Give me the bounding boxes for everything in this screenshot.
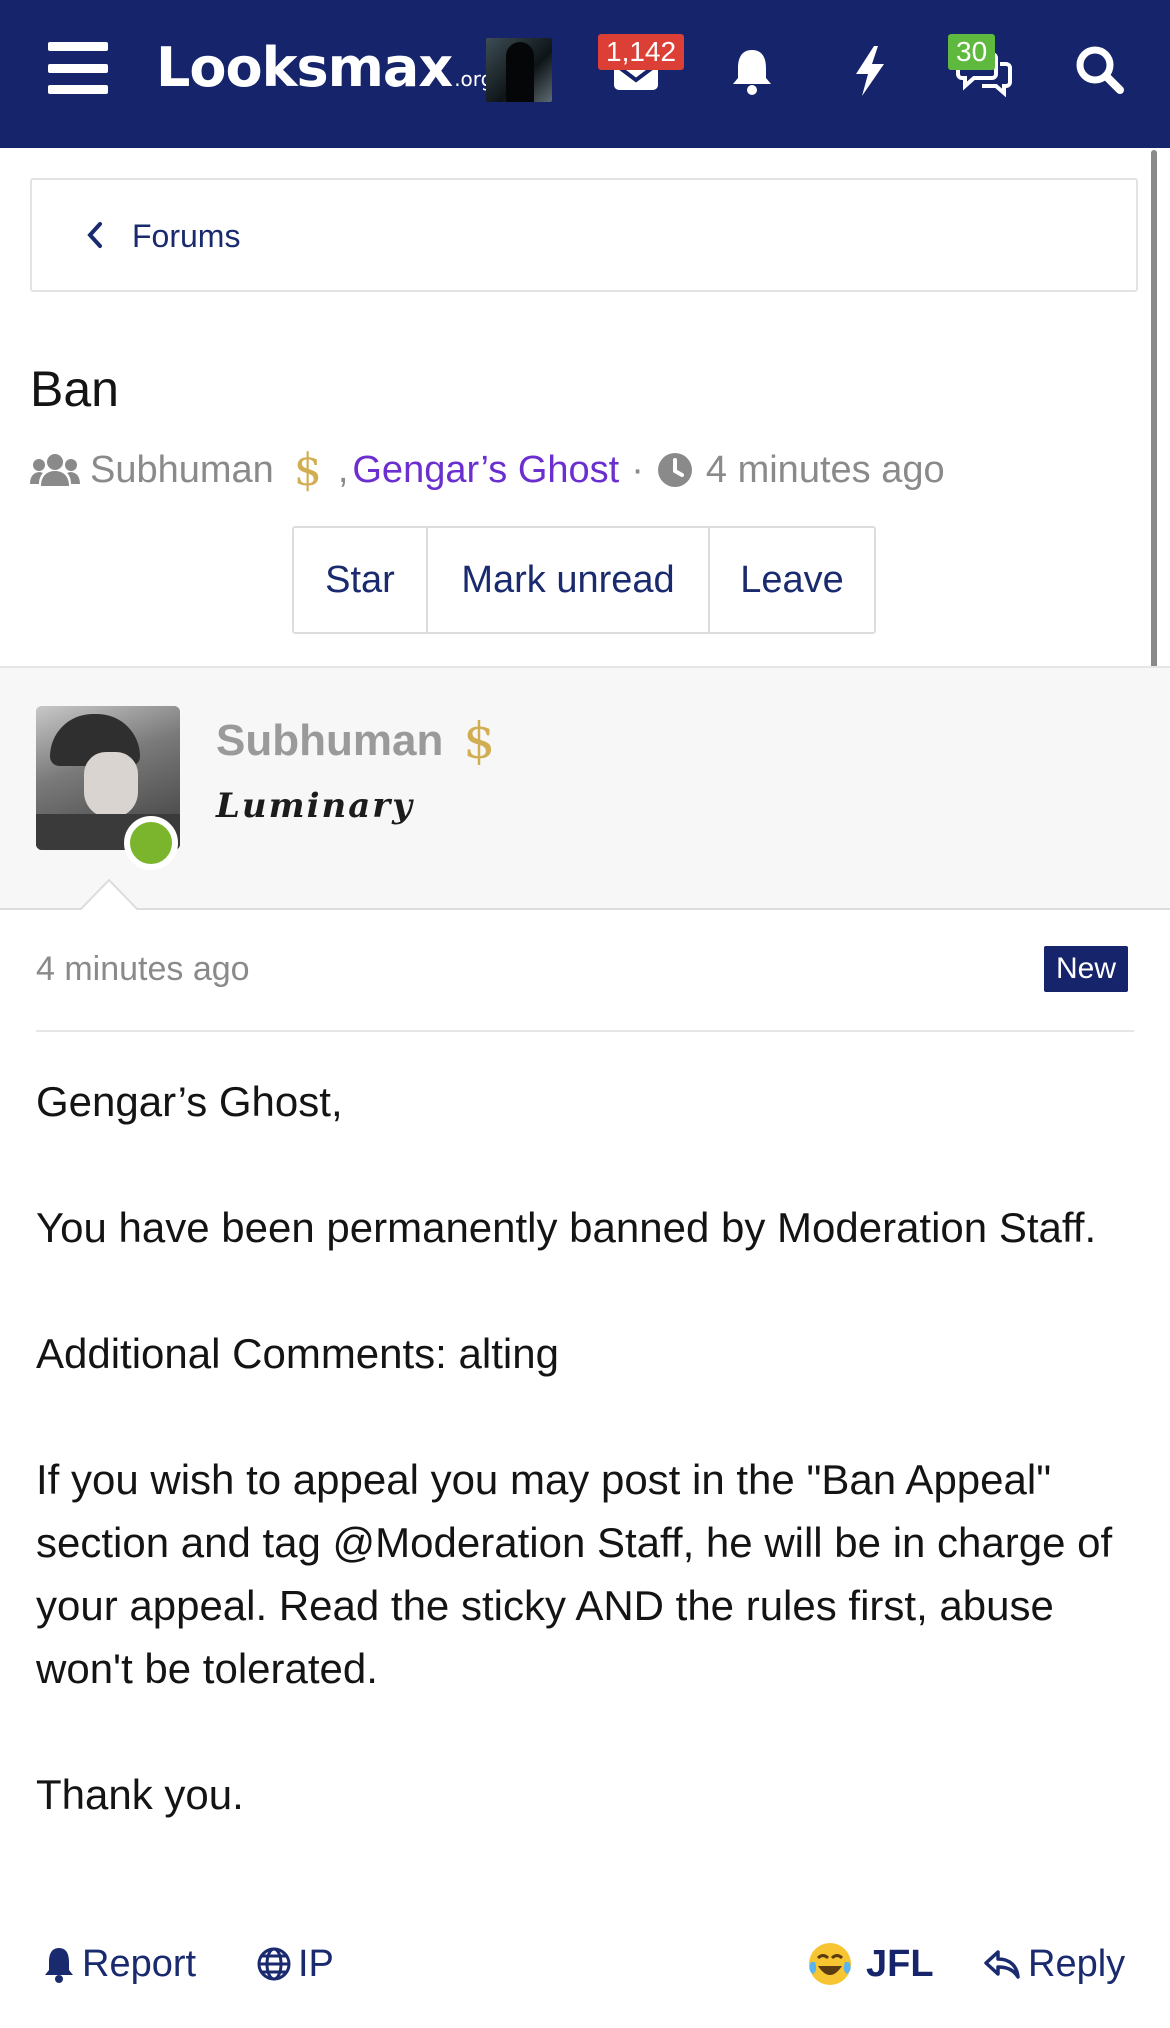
participant-link-subhuman[interactable]: Subhuman [90,449,274,492]
site-logo[interactable]: Looksmax .org [156,36,493,100]
post-greeting: Gengar’s Ghost, [36,1078,343,1125]
post-author-name-text: Subhuman [216,716,444,765]
star-button[interactable]: Star [294,528,428,632]
post-author-title: Luminary [216,786,414,826]
logo-text: Looksmax [156,36,453,99]
breadcrumb-forums-link[interactable]: Forums [132,218,240,255]
bell-icon[interactable] [722,40,782,100]
post-paragraph: You have been permanently banned by Mode… [36,1204,1097,1251]
conversation-time: 4 minutes ago [705,448,945,491]
post-author-name[interactable]: Subhuman $ [216,712,495,770]
reply-arrow-icon [984,1950,1020,1979]
reply-button[interactable]: Reply [982,1932,1125,1996]
conversation-meta: Subhuman $ , Gengar’s Ghost · 4 minutes … [30,444,945,496]
post-user-strip: Subhuman $ Luminary [0,666,1170,910]
ip-label: IP [298,1942,334,1985]
search-icon[interactable] [1070,40,1130,100]
post-divider [36,1030,1134,1032]
conversation-actions: Star Mark unread Leave [292,526,876,634]
mark-unread-button[interactable]: Mark unread [428,528,710,632]
post-body: Gengar’s Ghost, You have been permanentl… [36,1070,1146,1889]
top-nav-bar: Looksmax .org 1,142 30 [0,0,1170,148]
post-paragraph: If you wish to appeal you may post in th… [36,1456,1113,1692]
user-strip-caret [78,878,140,912]
leave-button[interactable]: Leave [710,528,874,632]
reply-label: Reply [1028,1942,1126,1985]
breadcrumb[interactable]: Forums [30,178,1138,292]
bell-icon [45,1948,73,1983]
reaction-jfl-label: JFL [866,1942,934,1985]
dollar-badge-icon: $ [463,712,496,770]
conversations-count-badge: 30 [948,34,996,70]
menu-icon[interactable] [48,42,108,94]
post-footer: Report IP JFL Reply [0,1932,1170,1996]
online-status-dot [124,816,178,870]
report-button[interactable]: Report [42,1932,196,1996]
chevron-left-icon [87,222,102,248]
lightning-icon[interactable] [840,40,900,100]
crying-laughing-emoji-icon [809,1943,851,1985]
post-closing: Thank you. [36,1771,244,1818]
post-time[interactable]: 4 minutes ago [36,950,250,989]
meta-separator: · [631,448,644,491]
dollar-badge-icon: $ [293,444,322,496]
ip-button[interactable]: IP [256,1932,334,1996]
inbox-count-badge: 1,142 [598,34,685,70]
participant-link-gengars-ghost[interactable]: Gengar’s Ghost [352,449,619,492]
user-avatar[interactable] [486,38,552,102]
reaction-jfl-button[interactable]: JFL [806,1932,934,1996]
clock-icon [657,453,692,487]
globe-icon [257,1947,291,1981]
page-title: Ban [30,361,119,417]
participant-comma: , [337,448,349,491]
report-label: Report [82,1942,197,1985]
new-badge: New [1044,946,1129,992]
post-paragraph: Additional Comments: alting [36,1330,559,1377]
users-icon [30,454,80,486]
